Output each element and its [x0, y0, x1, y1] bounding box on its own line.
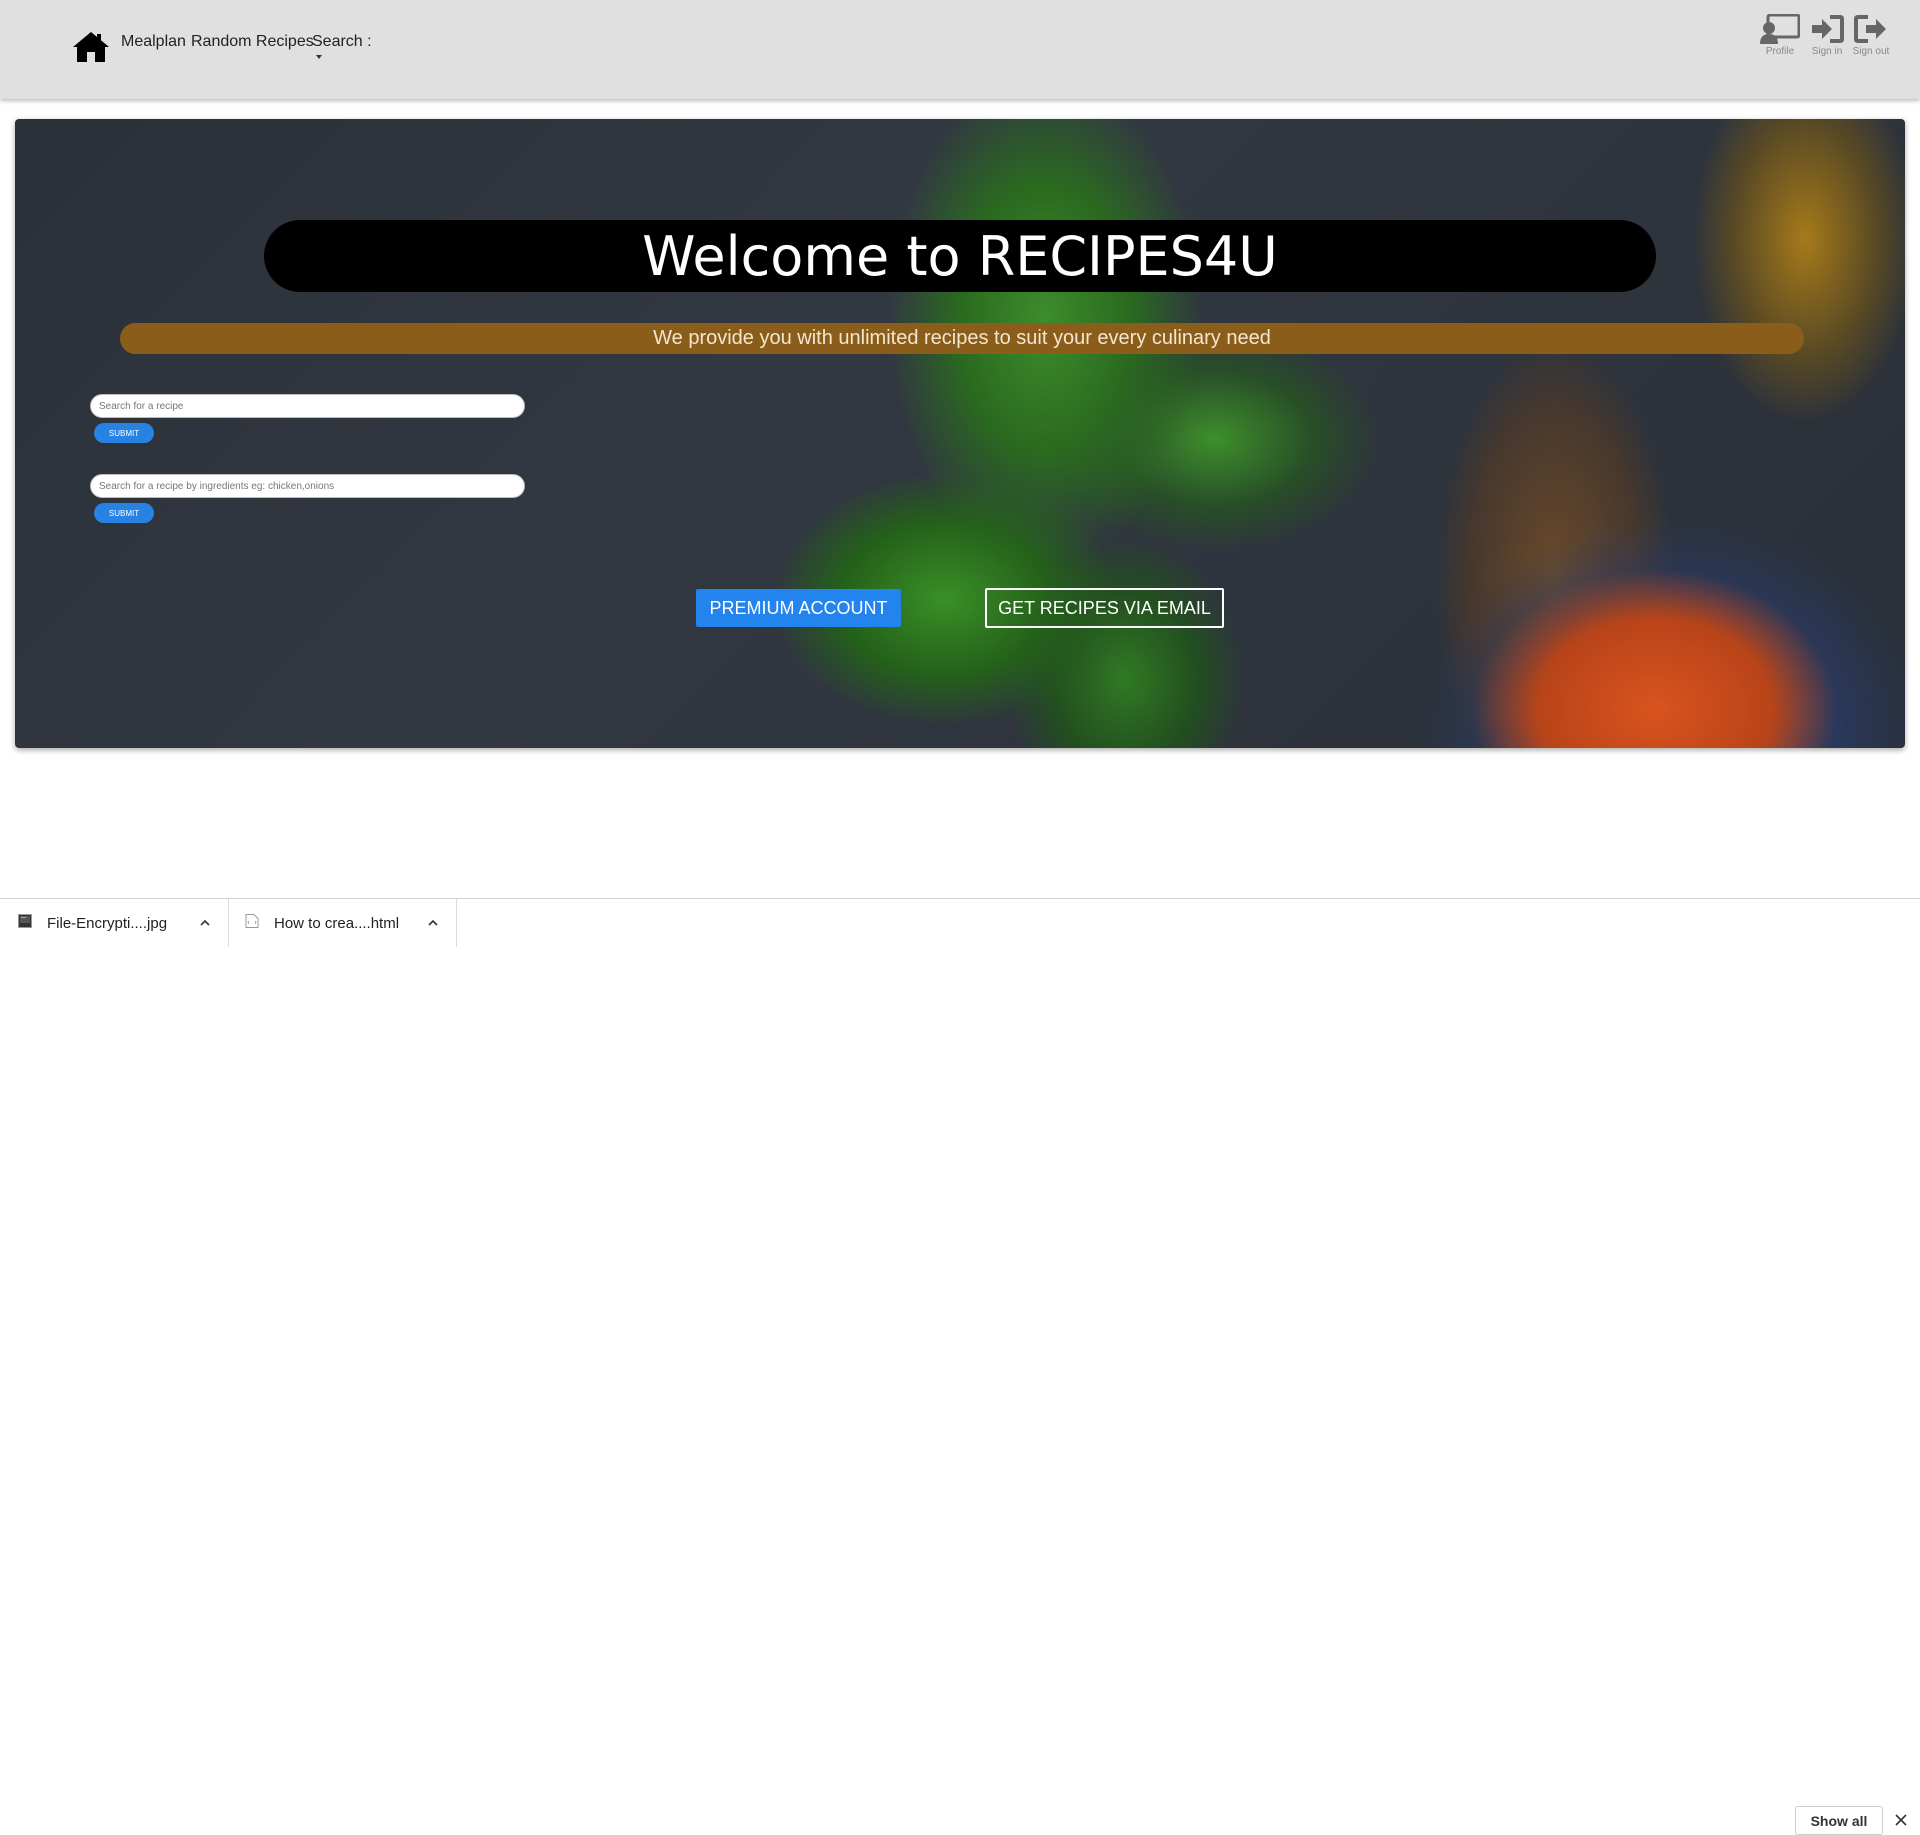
chevron-up-icon[interactable] [199, 917, 211, 929]
hero-subtitle: We provide you with unlimited recipes to… [653, 327, 1271, 349]
download-file-name: File-Encrypti....jpg [47, 914, 168, 932]
recipe-search-input[interactable] [90, 394, 525, 418]
ingredients-search-submit-button[interactable]: SUBMIT [94, 503, 154, 523]
hero-title: Welcome to RECIPES4U [642, 224, 1278, 288]
hero-title-bar: Welcome to RECIPES4U [264, 220, 1656, 292]
show-all-downloads-button[interactable]: Show all [1795, 1806, 1883, 1835]
chevron-up-icon[interactable] [427, 917, 439, 929]
close-icon[interactable] [1893, 1812, 1909, 1828]
download-item[interactable]: File-Encrypti....jpg [18, 899, 229, 947]
ingredients-search-input[interactable] [90, 474, 525, 498]
top-navbar: Mealplan Random Recipes Search : Profile… [0, 0, 1920, 99]
nav-link-search-dropdown[interactable]: Search : [312, 33, 372, 51]
home-icon[interactable] [72, 31, 110, 63]
chevron-down-icon[interactable] [316, 55, 322, 59]
profile-icon [1760, 14, 1800, 44]
nav-link-random-recipes[interactable]: Random Recipes [191, 33, 314, 51]
sign-out-button[interactable]: Sign out [1845, 14, 1897, 57]
nav-link-mealplan[interactable]: Mealplan [121, 33, 186, 51]
hero-banner: Welcome to RECIPES4U We provide you with… [15, 119, 1905, 748]
sign-out-label: Sign out [1852, 46, 1890, 57]
profile-button[interactable]: Profile [1754, 14, 1806, 57]
recipe-search-submit-button[interactable]: SUBMIT [94, 423, 154, 443]
sign-out-icon [1854, 15, 1886, 43]
profile-label: Profile [1765, 46, 1795, 57]
get-recipes-via-email-button[interactable]: GET RECIPES VIA EMAIL [985, 588, 1224, 628]
image-file-icon [18, 914, 32, 928]
html-file-icon [245, 914, 259, 928]
downloads-bar: File-Encrypti....jpg How to crea....html… [0, 898, 1920, 1835]
hero-subtitle-bar: We provide you with unlimited recipes to… [120, 323, 1804, 354]
sign-in-icon [1812, 15, 1844, 43]
premium-account-button[interactable]: PREMIUM ACCOUNT [696, 589, 901, 627]
download-file-name: How to crea....html [274, 914, 400, 932]
download-item[interactable]: How to crea....html [245, 899, 457, 947]
